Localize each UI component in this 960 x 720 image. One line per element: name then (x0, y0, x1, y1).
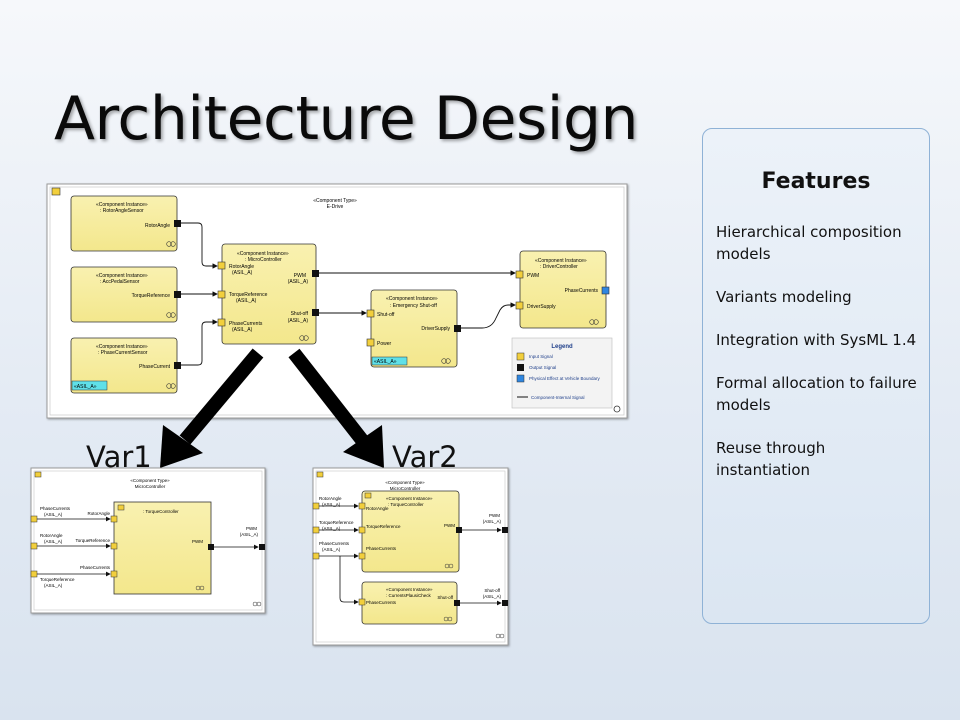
var1-ext-out: PWM (246, 526, 257, 531)
input-port (366, 338, 375, 347)
legend-output-label: Output Signal (529, 365, 556, 370)
var1-port1: RotorAngle (87, 511, 110, 516)
mc-out2-label: Shut-off (291, 311, 309, 317)
var2-tc-stereotype: «Component Instance» (386, 496, 433, 501)
svg-text:(ASIL_A): (ASIL_A) (232, 327, 253, 333)
dc-out-label: PhaseCurrents (565, 288, 599, 294)
var2-cp-stereotype: «Component Instance» (386, 587, 433, 592)
es-out-label: DriverSupply (421, 326, 450, 332)
es-stereotype: «Component Instance» (386, 296, 438, 302)
sensor3-name: : PhaseCurrentSensor (98, 350, 148, 356)
var1-diagram: «Component Type» MicroController PhaseCu… (30, 467, 266, 614)
sensor2-name: : AccPedalSensor (100, 279, 140, 285)
svg-text:(ASIL_A): (ASIL_A) (44, 539, 63, 544)
var2-stereotype: «Component Type» (385, 480, 425, 485)
var2-ext-out2: Shut-off (484, 588, 500, 593)
svg-text:(ASIL_A): (ASIL_A) (240, 532, 259, 537)
var1-inner-name: : TorqueController (143, 509, 179, 514)
var1-port3: PhaseCurrents (80, 565, 111, 570)
legend-physical-swatch (516, 374, 525, 383)
dc-in1-label: PWM (527, 273, 539, 279)
dc-in2-label: DriverSupply (527, 304, 556, 310)
input-port (366, 309, 375, 318)
diagram-canvas: «Component Type» E-Drive «Component Inst… (30, 183, 628, 646)
svg-text:(ASIL_A): (ASIL_A) (236, 298, 257, 304)
var2-diagram: «Component Type» MicroController RotorAn… (312, 467, 509, 646)
output-port (174, 291, 181, 298)
sensor3-asil-tag: «ASIL_A» (74, 384, 97, 390)
svg-text:(ASIL_A): (ASIL_A) (288, 279, 309, 285)
var2-ext-in1: RotorAngle (319, 496, 342, 501)
input-port (217, 261, 226, 270)
var2-tc-in2: TorqueReference (366, 524, 401, 529)
var1-torque-controller-box (113, 501, 212, 595)
svg-text:(ASIL_A): (ASIL_A) (44, 512, 63, 517)
var2-ext-in2: TorqueReference (319, 520, 354, 525)
sensor3-port-label: PhaseCurrent (139, 364, 170, 370)
mc-name: : MicroController (245, 257, 282, 263)
output-port (454, 325, 461, 332)
legend-input-swatch (516, 352, 525, 361)
svg-text:(ASIL_A): (ASIL_A) (483, 519, 502, 524)
main-diagram: «Component Type» E-Drive «Component Inst… (46, 183, 628, 419)
var1-ext-in1: PhaseCurrents (40, 506, 71, 511)
input-port (217, 318, 226, 327)
output-port (174, 220, 181, 227)
output-port (312, 309, 319, 316)
var1-inner-out: PWM (192, 539, 203, 544)
var2-type-name: MicroController (390, 486, 421, 491)
var2-cp-name: : CurrentsPlausiCheck (386, 593, 432, 598)
es-in1-label: Shut-off (377, 312, 395, 318)
input-port (217, 290, 226, 299)
var1-ext-in3: TorqueReference (40, 577, 75, 582)
var2-cp-in1: PhaseCurrents (366, 600, 397, 605)
var1-port2: TorqueReference (75, 538, 110, 543)
legend-input-label: Input Signal (529, 354, 553, 359)
legend-output-swatch (517, 364, 524, 371)
input-port (515, 301, 524, 310)
var2-ext-in3: PhaseCurrents (319, 541, 350, 546)
var2-tc-name: : TorqueController (388, 502, 424, 507)
var2-ext-out1: PWM (489, 513, 500, 518)
output-port (312, 270, 319, 277)
svg-text:(ASIL_A): (ASIL_A) (288, 318, 309, 324)
legend-internal-label: Component-Internal Signal (531, 395, 585, 400)
input-port (515, 270, 524, 279)
legend-physical-label: Physical Effect at Vehicle Boundary (529, 376, 600, 381)
es-name: : Emergency Shut-off (390, 303, 437, 309)
legend-title: Legend (551, 344, 573, 350)
physical-port (601, 286, 610, 295)
svg-text:(ASIL_A): (ASIL_A) (44, 583, 63, 588)
output-port (174, 362, 181, 369)
var1-stereotype: «Component Type» (130, 478, 170, 483)
es-asil-tag: «ASIL_A» (374, 359, 397, 365)
dc-name: : DriverController (540, 264, 578, 270)
var1-ext-in2: RotorAngle (40, 533, 63, 538)
svg-text:(ASIL_A): (ASIL_A) (322, 547, 341, 552)
main-type-name: E-Drive (327, 204, 344, 210)
var1-type-name: MicroController (135, 484, 166, 489)
legend: Legend Input Signal Output Signal Physic… (511, 337, 613, 409)
svg-text:(ASIL_A): (ASIL_A) (232, 270, 253, 276)
sensor2-port-label: TorqueReference (132, 293, 171, 299)
es-in2-label: Power (377, 341, 392, 347)
var2-tc-in3: PhaseCurrents (366, 546, 397, 551)
component-type-icon (51, 187, 61, 196)
sensor1-name: : RotorAngleSensor (100, 208, 144, 214)
svg-text:(ASIL_A): (ASIL_A) (483, 594, 502, 599)
var2-tc-out: PWM (444, 523, 455, 528)
var2-cp-out: Shut-off (437, 595, 453, 600)
sensor1-port-label: RotorAngle (145, 223, 170, 229)
var2-tc-in1: RotorAngle (366, 506, 389, 511)
